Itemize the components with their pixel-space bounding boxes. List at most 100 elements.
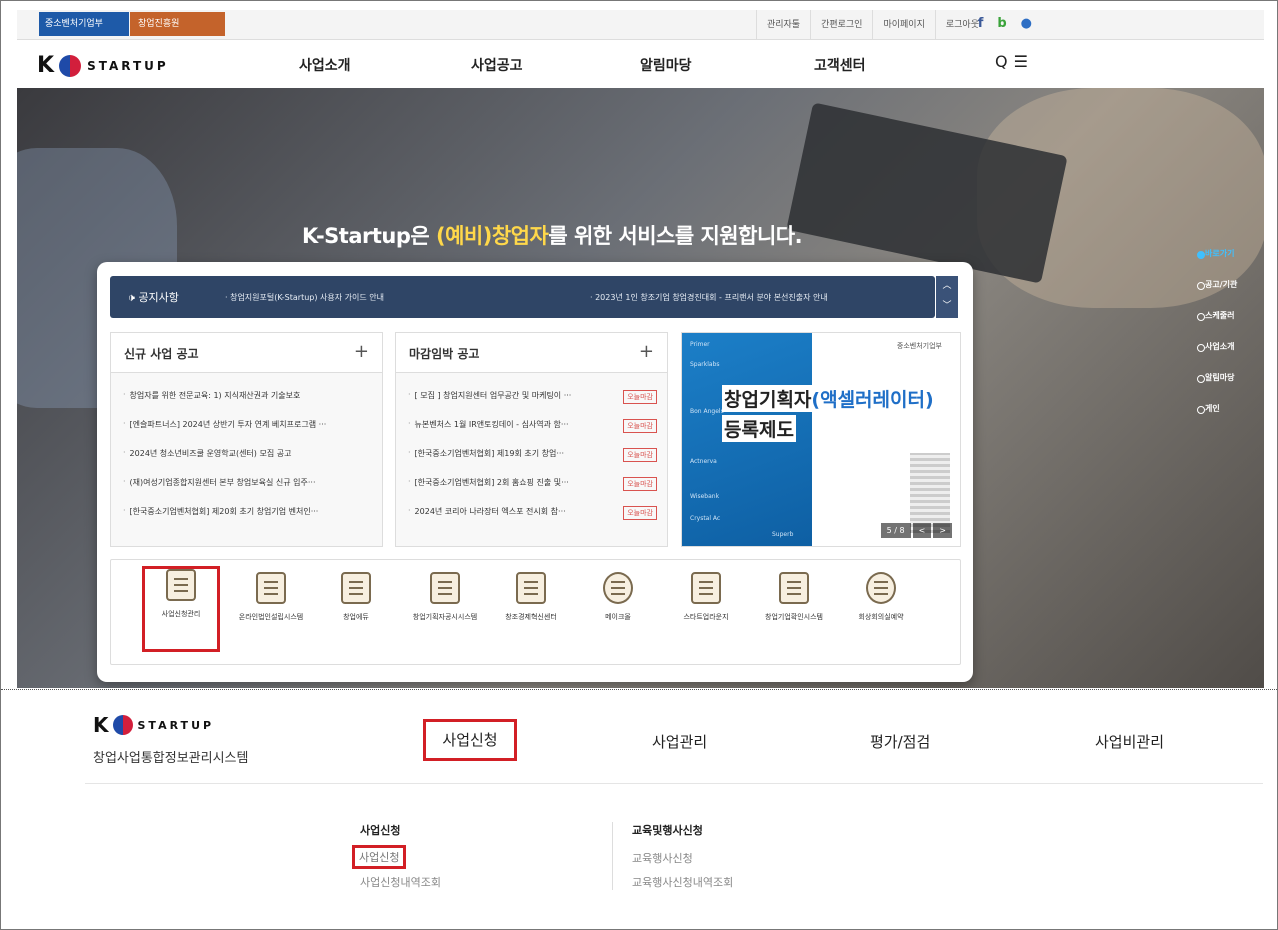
submenu-divider	[612, 822, 613, 890]
search-icon[interactable]: Q	[995, 52, 1008, 71]
list-item[interactable]: · 2024년 코리아 나라장터 엑스포 전시회 참··· 오늘마감	[408, 506, 657, 535]
mypage-link[interactable]: 마이페이지	[872, 10, 934, 40]
system-name: 창업사업통합정보관리시스템	[93, 751, 249, 766]
hero-title: K-Startup은 (예비)창업자를 위한 서비스를 지원합니다.	[302, 220, 803, 250]
quick-side-menu: 바로가기 공고/기관 스케줄러 사업소개 알림마당 게인	[1197, 248, 1237, 434]
service-startup-lounge[interactable]: 스타트업라운지	[662, 572, 750, 622]
list-item[interactable]: · 창업자를 위한 전문교육: 1) 지식재산권과 기술보호	[123, 390, 372, 419]
deadline-badge: 오늘마감	[623, 390, 657, 404]
banner-title-line1: 창업기획자(액셀러레이터)	[722, 385, 936, 412]
logo-text: STARTUP	[137, 718, 215, 732]
service-meeting-room[interactable]: 회상회의실예약	[837, 572, 925, 622]
submenu-heading-application: 사업신청	[360, 824, 401, 837]
list-item[interactable]: · 뉴본벤처스 1월 IR앤토킹데이 - 심사역과 함··· 오늘마감	[408, 419, 657, 448]
submenu-application-history[interactable]: 사업신청내역조회	[360, 874, 441, 890]
nav-item-business-intro[interactable]: 사업소개	[299, 55, 351, 75]
plus-icon[interactable]: +	[639, 341, 654, 362]
side-item-personal[interactable]: 게인	[1197, 403, 1237, 434]
service-creative-economy-center[interactable]: 창조경제혁신센터	[487, 572, 575, 622]
service-label: 온라인법인설립시스템	[238, 613, 304, 621]
deadline-notice-title: 마감임박 공고	[409, 347, 480, 361]
list-item-text: [ 모집 ] 창업지원센터 업무공간 및 마케팅이 ···	[414, 391, 572, 400]
meeting-icon	[866, 572, 896, 604]
system-menu-business-application[interactable]: 사업신청	[423, 719, 517, 761]
list-item-text: 2024년 코리아 나라장터 엑스포 전시회 참···	[414, 507, 566, 516]
kakao-icon[interactable]: ●	[1021, 16, 1032, 31]
banner-title-highlight: (액셀러레이터)	[811, 389, 934, 411]
logo-k: K	[93, 713, 108, 737]
nav-item-customer-center[interactable]: 고객센터	[814, 55, 866, 75]
nav-item-business-notice[interactable]: 사업공고	[471, 55, 523, 75]
bullet: ·	[408, 390, 411, 399]
service-makeall[interactable]: 메이크올	[574, 572, 662, 622]
notice-item[interactable]: · 창업지원포털(K-Startup) 사용자 가이드 안내	[225, 292, 384, 303]
gear-icon	[603, 572, 633, 604]
list-item[interactable]: · [한국중소기업벤처협회] 제20회 초기 창업기업 벤처인···	[123, 506, 372, 535]
menu-icon[interactable]: ☰	[1014, 52, 1028, 71]
side-item-notices[interactable]: 공고/기관	[1197, 279, 1237, 310]
bullet: ·	[123, 390, 126, 399]
side-item-scheduler[interactable]: 스케줄러	[1197, 310, 1237, 341]
list-item[interactable]: · [한국중소기업벤처협회] 2회 홈쇼핑 진출 및··· 오늘마감	[408, 477, 657, 506]
kised-badge[interactable]: 창업진흥원	[130, 12, 225, 36]
people-icon	[691, 572, 721, 604]
service-startup-edu[interactable]: 창업에듀	[312, 572, 400, 622]
list-item-text: [엔슬파트너스] 2024년 상반기 투자 연계 베치프로그램 ···	[129, 420, 327, 429]
list-item[interactable]: ·[ 모집 ] 창업지원센터 업무공간 및 마케팅이 ··· 오늘마감	[408, 390, 657, 419]
notice-item[interactable]: · 2023년 1인 창조기업 창업경진대회 - 프리랜서 분야 본선진출자 안…	[590, 292, 828, 303]
banner-title-pre: 창업기획자	[724, 389, 812, 411]
blog-icon[interactable]: b	[997, 16, 1006, 31]
chevron-down-icon[interactable]: ﹀	[936, 296, 958, 316]
document-icon	[256, 572, 286, 604]
list-item[interactable]: · 2024년 청소년비즈쿨 운영학교(센터) 모집 공고	[123, 448, 372, 477]
service-business-application[interactable]: 사업신청관리	[142, 566, 220, 652]
service-online-incorporation[interactable]: 온라인법인설립시스템	[227, 572, 315, 622]
mss-badge[interactable]: 중소벤처기업부	[39, 12, 129, 36]
chevron-right-icon[interactable]: >	[933, 523, 952, 538]
bullet: ·	[123, 506, 126, 515]
submenu-business-application[interactable]: 사업신청	[352, 845, 407, 869]
main-nav: K STARTUP 사업소개 사업공고 알림마당 고객센터 Q ☰	[17, 40, 1264, 88]
system-menu-evaluation[interactable]: 평가/점검	[870, 731, 930, 752]
hero-section: K-Startup은 (예비)창업자를 위한 서비스를 지원합니다. 🕩 공지사…	[17, 88, 1264, 688]
utility-links: 관리자툴 간편로그인 마이페이지 로그아웃	[755, 10, 989, 40]
service-label: 창업기획자공시시스템	[412, 613, 478, 621]
list-item[interactable]: · [한국중소기업벤처협회] 제19회 초기 창업··· 오늘마감	[408, 448, 657, 477]
plus-icon[interactable]: +	[354, 341, 369, 362]
bullet: ·	[123, 419, 126, 428]
chevron-left-icon[interactable]: <	[912, 523, 932, 538]
new-notice-box: 신규 사업 공고 + · 창업자를 위한 전문교육: 1) 지식재산권과 기술보호 …	[110, 332, 383, 547]
simple-login-link[interactable]: 간편로그인	[810, 10, 872, 40]
side-item-news[interactable]: 알림마당	[1197, 372, 1237, 403]
partner-logo: Sparklabs	[690, 361, 720, 368]
service-label: 스타트업라운지	[683, 613, 729, 621]
nav-icons: Q ☰	[995, 52, 1028, 71]
deadline-badge: 오늘마감	[623, 506, 657, 520]
service-accelerator-disclosure[interactable]: 창업기획자공시시스템	[401, 572, 489, 622]
list-item[interactable]: · [엔슬파트너스] 2024년 상반기 투자 연계 베치프로그램 ···	[123, 419, 372, 448]
facebook-icon[interactable]: f	[978, 16, 984, 31]
service-startup-verification[interactable]: 창업기업확인시스템	[750, 572, 838, 622]
side-item-business-intro[interactable]: 사업소개	[1197, 341, 1237, 372]
hero-title-pre: K-Startup은	[302, 224, 437, 248]
submenu-education-history[interactable]: 교육행사신청내역조회	[632, 874, 733, 890]
new-notice-title: 신규 사업 공고	[124, 347, 199, 361]
submenu-education-application[interactable]: 교육행사신청	[632, 850, 693, 866]
book-icon	[341, 572, 371, 604]
banner-pager: 5 / 8 < >	[880, 523, 952, 538]
system-menu-business-management[interactable]: 사업관리	[652, 731, 707, 752]
logo-text: STARTUP	[87, 58, 169, 73]
list-item[interactable]: · (재)여성기업종합지원센터 본부 창업보육실 신규 입주···	[123, 477, 372, 506]
kstartup-logo[interactable]: K STARTUP	[37, 53, 169, 78]
utility-bar: 중소벤처기업부 창업진흥원 관리자툴 간편로그인 마이페이지 로그아웃 f b …	[17, 10, 1264, 40]
banner-building-image	[910, 453, 950, 533]
system-menu-budget[interactable]: 사업비관리	[1095, 731, 1164, 752]
admin-tool-link[interactable]: 관리자툴	[755, 10, 810, 40]
bullet: ·	[408, 448, 411, 457]
system-logo[interactable]: K STARTUP	[93, 713, 214, 737]
side-item-shortcut[interactable]: 바로가기	[1197, 248, 1237, 279]
banner-ministry-label: 중소벤처기업부	[896, 342, 942, 350]
nav-item-news[interactable]: 알림마당	[640, 55, 692, 75]
chevron-up-icon[interactable]: ︿	[936, 276, 958, 296]
accelerator-banner[interactable]: Primer Sparklabs Bon Angels Actnerva Wis…	[681, 332, 961, 547]
